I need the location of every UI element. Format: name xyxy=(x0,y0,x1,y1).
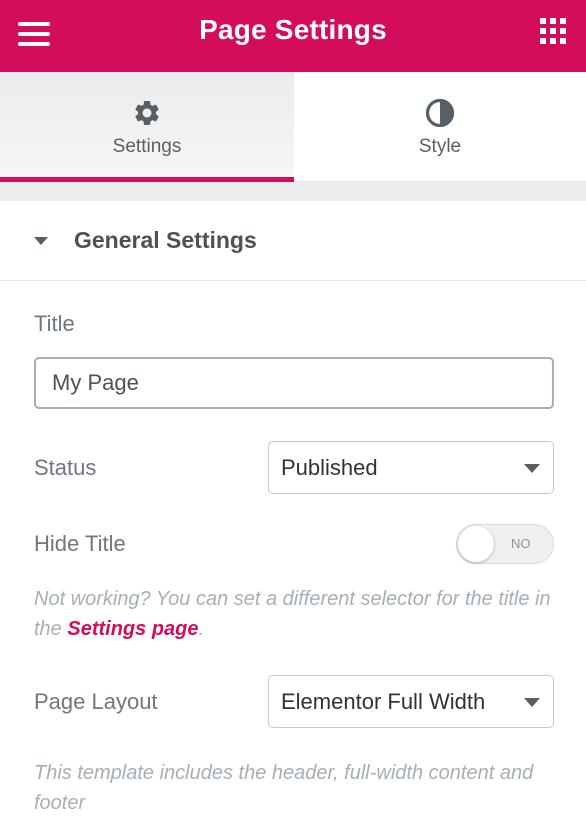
caret-down-icon xyxy=(524,698,540,707)
panel-title: Page Settings xyxy=(199,14,387,45)
top-bar: Page Settings xyxy=(0,0,586,72)
section-general-settings[interactable]: General Settings xyxy=(0,201,586,281)
status-select[interactable]: Published xyxy=(268,441,554,494)
tab-style[interactable]: Style xyxy=(294,72,586,182)
hide-title-label: Hide Title xyxy=(34,531,126,556)
hide-title-help: Not working? You can set a different sel… xyxy=(34,584,554,644)
page-layout-help: This template includes the header, full-… xyxy=(34,762,534,814)
status-label: Status xyxy=(34,455,97,480)
page-layout-select[interactable]: Elementor Full Width xyxy=(268,675,554,728)
help-text-end: . xyxy=(198,618,205,640)
hamburger-menu-icon[interactable] xyxy=(16,18,52,54)
gear-icon xyxy=(135,100,159,125)
caret-down-icon xyxy=(34,237,48,245)
caret-down-icon xyxy=(524,464,540,473)
tab-style-label: Style xyxy=(418,136,462,157)
section-divider xyxy=(0,182,586,201)
title-input[interactable] xyxy=(34,357,554,409)
panel-tabs: Settings Style xyxy=(0,72,586,182)
settings-page-link[interactable]: Settings page xyxy=(67,618,198,640)
tab-settings-label: Settings xyxy=(112,136,182,157)
switch-knob xyxy=(458,526,494,562)
status-select-value: Published xyxy=(281,455,378,480)
half-circle-icon xyxy=(425,98,455,128)
tab-settings[interactable]: Settings xyxy=(0,72,294,182)
switch-state-text: NO xyxy=(511,536,531,551)
hide-title-switch[interactable]: NO xyxy=(456,524,554,564)
title-label: Title xyxy=(34,311,75,336)
section-title: General Settings xyxy=(74,227,257,253)
page-layout-select-value: Elementor Full Width xyxy=(281,689,486,714)
page-layout-label: Page Layout xyxy=(34,689,158,714)
grid-apps-icon[interactable] xyxy=(540,18,566,44)
